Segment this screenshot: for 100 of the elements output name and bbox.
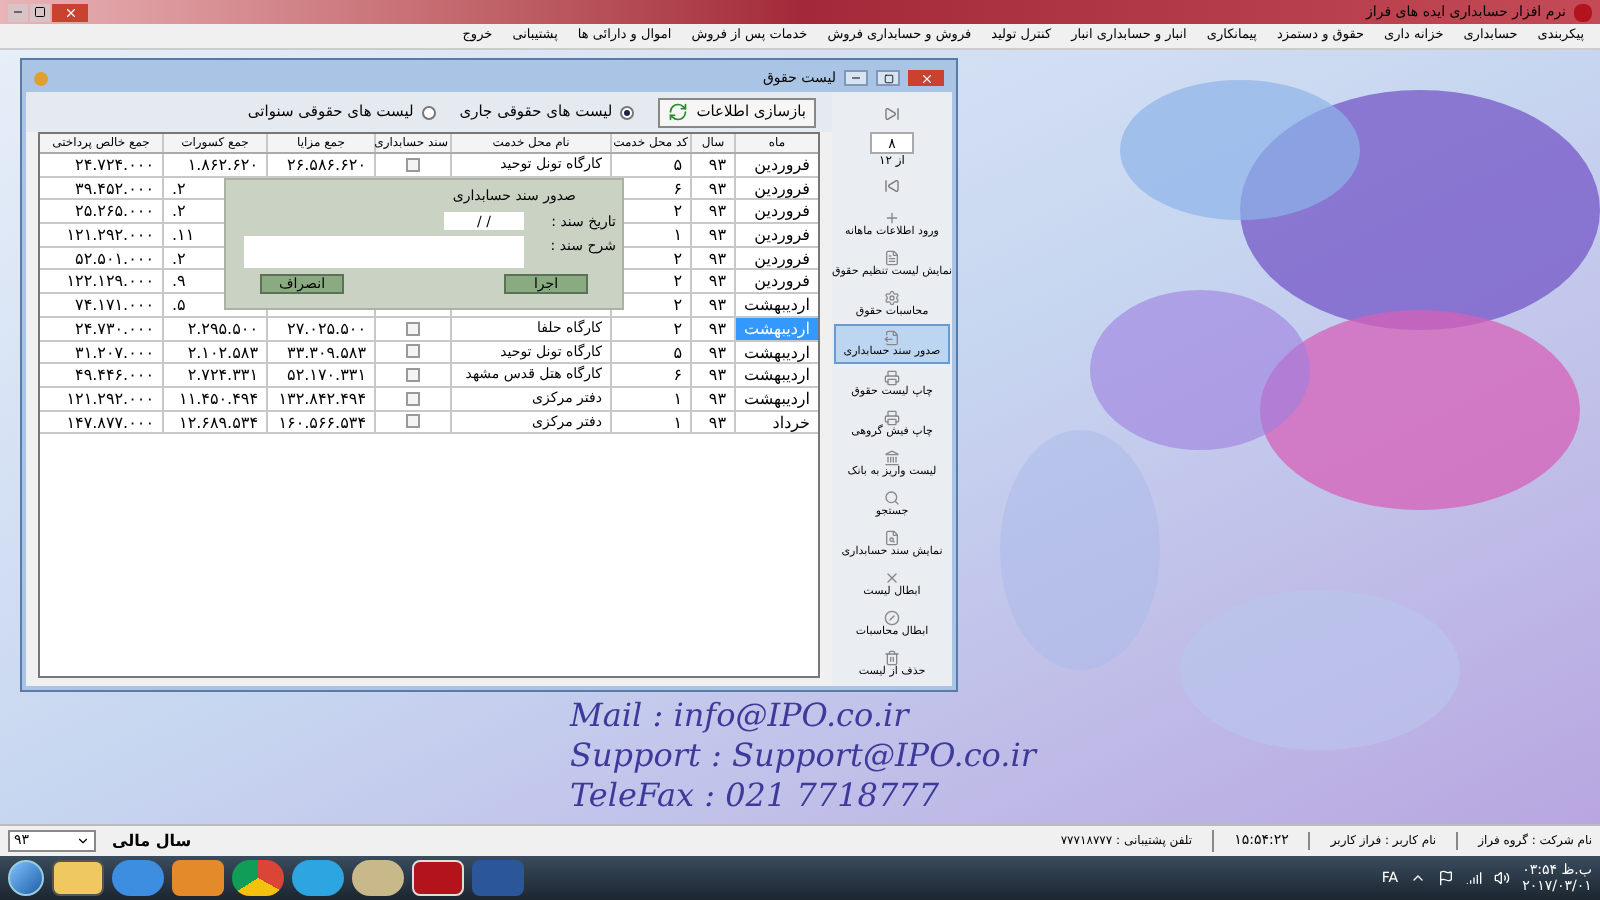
table-cell: ۷۴.۱۷۱.۰۰۰ xyxy=(40,294,162,316)
table-cell: ۵۲.۱۷۰.۳۳۱ xyxy=(266,364,374,386)
table-cell: ۱ xyxy=(610,411,690,433)
table-cell: فروردین xyxy=(734,177,818,199)
checkbox[interactable] xyxy=(406,414,420,429)
table-cell: ۱۳۲.۸۴۲.۴۹۴ xyxy=(266,387,374,410)
table-cell: ۱۴۷.۸۷۷.۰۰۰ xyxy=(40,411,162,433)
table-cell: ۹۳ xyxy=(690,224,734,246)
table-cell: ۳۳.۳۰۹.۵۸۳ xyxy=(266,341,374,363)
table-cell: ۶ xyxy=(610,364,690,386)
minimize-button[interactable] xyxy=(844,70,868,86)
radio-button[interactable] xyxy=(421,105,436,119)
table-cell: ۲ xyxy=(610,317,690,339)
checkbox[interactable] xyxy=(406,391,420,406)
last-record-icon[interactable] xyxy=(884,178,900,194)
table-cell: ۵ xyxy=(610,341,690,363)
close-button[interactable] xyxy=(908,70,944,86)
table-cell: ۱ xyxy=(610,387,690,410)
table-cell: فروردین xyxy=(734,154,818,176)
table-cell: ۹۳ xyxy=(690,411,734,433)
table-cell: ۲۴.۷۳۰.۰۰۰ xyxy=(40,317,162,339)
folder-icon[interactable] xyxy=(52,860,104,896)
table-cell: ۹۳ xyxy=(690,177,734,199)
table-cell: اردیبهشت xyxy=(734,387,818,410)
close-icon xyxy=(63,5,77,19)
table-cell: ۱۲.۶۸۹.۵۳۴ xyxy=(162,411,266,433)
maximize-icon xyxy=(34,6,46,18)
restore-icon xyxy=(883,73,893,83)
trash-icon xyxy=(884,649,900,665)
table-cell: ۵ xyxy=(610,154,690,176)
table-cell: ۴۹.۴۴۶.۰۰۰ xyxy=(40,364,162,386)
table-cell: اردیبهشت xyxy=(734,364,818,386)
close-icon xyxy=(884,569,900,585)
block-icon xyxy=(884,609,900,625)
table-cell: اردیبهشت xyxy=(734,294,818,316)
table-cell: ۲۵.۲۶۵.۰۰۰ xyxy=(40,200,162,223)
table-cell: ۹۳ xyxy=(690,341,734,363)
export-icon xyxy=(884,329,900,345)
table-cell: ۱۶۰.۵۶۶.۵۳۴ xyxy=(266,411,374,433)
close-icon xyxy=(919,71,933,85)
table-cell: ۱۲۱.۲۹۲.۰۰۰ xyxy=(40,224,162,246)
table-cell: اردیبهشت xyxy=(734,341,818,363)
table-cell: ۱.۸۶۲.۶۲۰ xyxy=(162,154,266,176)
document-icon xyxy=(884,249,900,265)
table-cell: ۹۳ xyxy=(690,364,734,386)
start-button[interactable] xyxy=(8,860,44,896)
minimize-icon xyxy=(12,6,24,18)
refresh-icon xyxy=(668,102,689,122)
table-cell: ۹۳ xyxy=(690,200,734,223)
first-record-icon[interactable] xyxy=(884,106,900,122)
plus-icon xyxy=(884,209,900,225)
contact-text: Support : Support@IPO.co.ir xyxy=(570,736,1036,776)
table-cell: ۱۲۲.۱۲۹.۰۰۰ xyxy=(40,270,162,293)
table-cell: ۲۷.۰۲۵.۵۰۰ xyxy=(266,317,374,339)
table-cell: ۵۲.۵۰۱.۰۰۰ xyxy=(40,247,162,269)
contact-text: TeleFax : 021 7718777 xyxy=(570,776,942,816)
caret-icon xyxy=(76,834,90,848)
speaker-icon[interactable] xyxy=(1494,870,1511,886)
table-cell: فروردین xyxy=(734,224,818,246)
table-cell: ۲.۷۲۴.۳۳۱ xyxy=(162,364,266,386)
table-cell: ۹۳ xyxy=(690,247,734,269)
app-logo-icon xyxy=(1574,3,1592,21)
checkbox[interactable] xyxy=(406,157,420,172)
printer-icon xyxy=(884,409,900,425)
table-cell: ۲.۲۹۵.۵۰۰ xyxy=(162,317,266,339)
description-field[interactable] xyxy=(244,236,524,268)
checkbox[interactable] xyxy=(406,344,420,359)
network-icon[interactable] xyxy=(1466,870,1483,886)
checkbox[interactable] xyxy=(406,321,420,336)
close-button[interactable] xyxy=(52,3,88,21)
table-cell: ۳۱.۲۰۷.۰۰۰ xyxy=(40,341,162,363)
year-label: سال مالی xyxy=(112,829,192,853)
minimize-icon xyxy=(850,72,862,84)
table-cell: فروردین xyxy=(734,270,818,293)
maximize-button[interactable] xyxy=(30,3,50,21)
table-cell: خرداد xyxy=(734,411,818,433)
printer-icon xyxy=(884,369,900,385)
table-cell: ۹۳ xyxy=(690,294,734,316)
checkbox[interactable] xyxy=(406,368,420,383)
minimize-button[interactable] xyxy=(8,3,28,21)
flag-icon[interactable] xyxy=(1438,870,1455,886)
gear-icon xyxy=(884,289,900,305)
table-cell: اردیبهشت xyxy=(734,317,818,339)
contact-text: Mail : info@IPO.co.ir xyxy=(570,696,912,736)
window-icon xyxy=(34,71,48,85)
restore-button[interactable] xyxy=(876,70,900,86)
table-cell: ۲.۱۰۲.۵۸۳ xyxy=(162,341,266,363)
radio-button[interactable] xyxy=(620,105,635,119)
bank-icon xyxy=(884,449,900,465)
table-cell: ۱۲۱.۲۹۲.۰۰۰ xyxy=(40,387,162,410)
document-search-icon xyxy=(884,529,900,545)
search-icon xyxy=(884,489,900,505)
table-cell: ۱۱.۴۵۰.۴۹۴ xyxy=(162,387,266,410)
table-cell: فروردین xyxy=(734,200,818,223)
table-cell: ۹۳ xyxy=(690,270,734,293)
table-cell: ۲۶.۵۸۶.۶۲۰ xyxy=(266,154,374,176)
table-cell: ۳۹.۴۵۲.۰۰۰ xyxy=(40,177,162,199)
table-cell: فروردین xyxy=(734,247,818,269)
table-cell: ۹۳ xyxy=(690,317,734,339)
table-cell: ۲۴.۷۲۴.۰۰۰ xyxy=(40,154,162,176)
